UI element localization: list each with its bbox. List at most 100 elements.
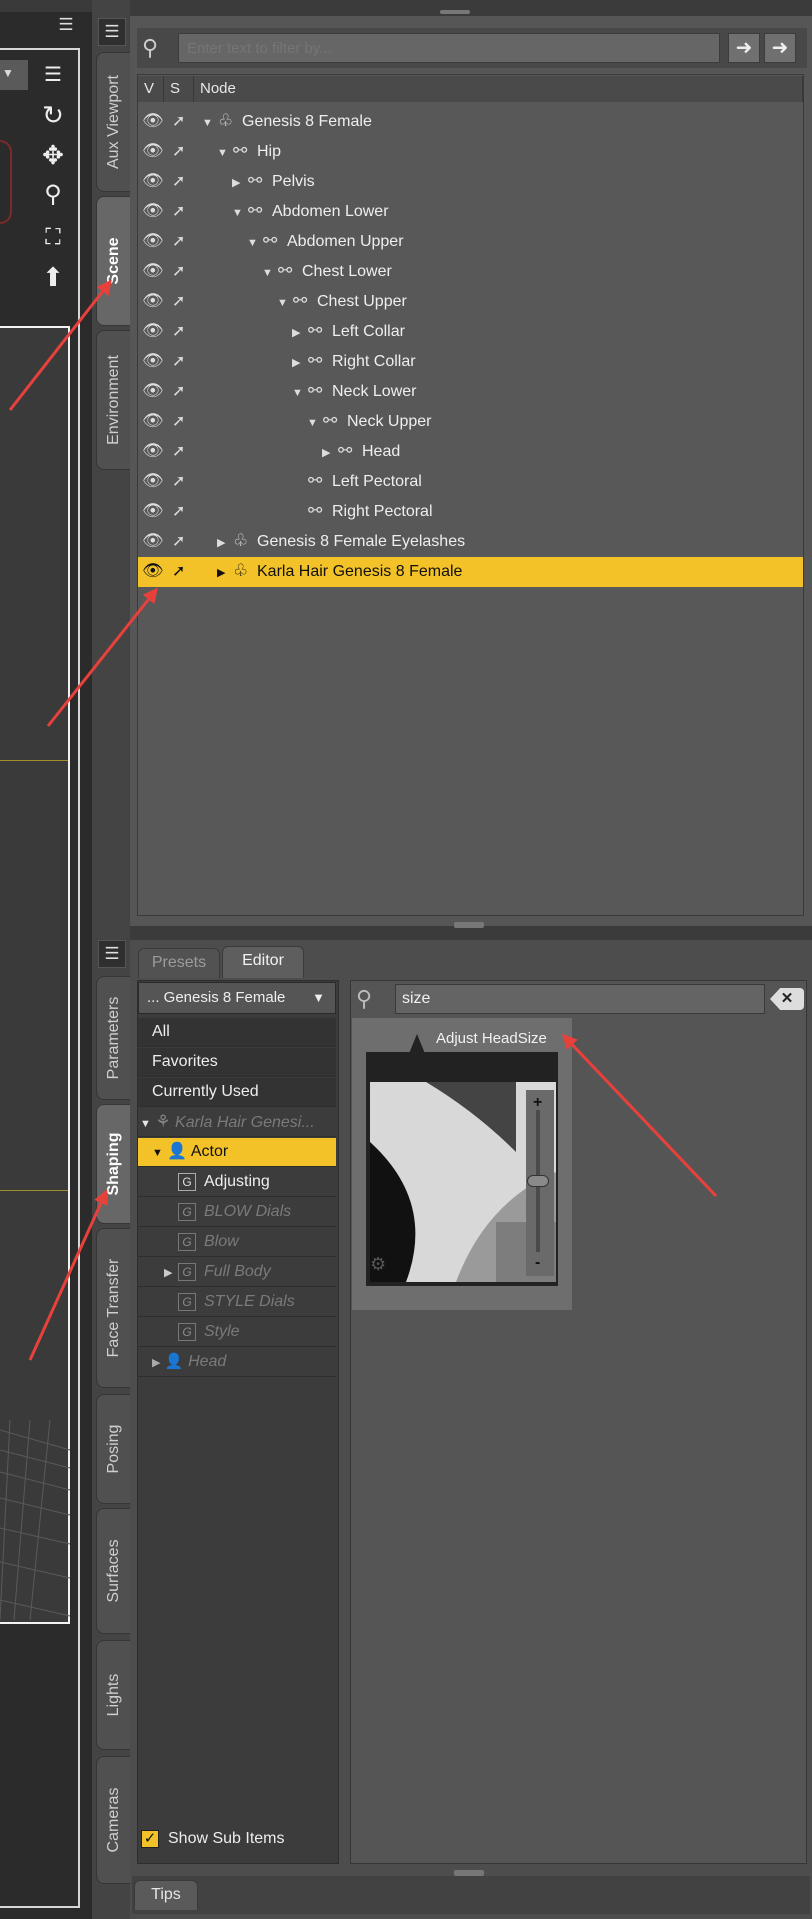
select-pointer-icon[interactable]: ➚ — [172, 171, 198, 191]
scene-node-row[interactable]: 👁 ➚ ▶ ⚯ Head — [138, 437, 803, 467]
parameter-search-input[interactable] — [395, 984, 765, 1014]
eye-icon[interactable]: 👁 — [142, 261, 168, 281]
chevron-right-icon[interactable]: ▶ — [217, 536, 233, 549]
search-icon[interactable]: ⚲ — [142, 34, 172, 62]
scene-node-row[interactable]: 👁 ➚ ▼ ⚯ Hip — [138, 137, 803, 167]
eye-icon[interactable]: 👁 — [142, 501, 168, 521]
viewport-menu-icon[interactable]: ☰ — [52, 12, 82, 38]
tab-environment[interactable]: Environment — [96, 330, 130, 470]
select-pointer-icon[interactable]: ➚ — [172, 411, 198, 431]
scene-filter-input[interactable] — [178, 33, 720, 63]
select-pointer-icon[interactable]: ➚ — [172, 441, 198, 461]
select-pointer-icon[interactable]: ➚ — [172, 381, 198, 401]
scene-node-row[interactable]: 👁 ➚ ⚯ Left Pectoral — [138, 467, 803, 497]
select-pointer-icon[interactable]: ➚ — [172, 471, 198, 491]
scene-node-row[interactable]: 👁 ➚ ▶ ♧ Genesis 8 Female Eyelashes — [138, 527, 803, 557]
next-arrow-icon[interactable]: ➜ — [764, 33, 796, 63]
frame-icon[interactable]: ⛶ — [36, 220, 70, 254]
eye-icon[interactable]: 👁 — [142, 561, 168, 581]
scene-node-row[interactable]: 👁 ➚ ▶ ⚯ Left Collar — [138, 317, 803, 347]
orbit-icon[interactable]: ↻ — [36, 98, 70, 132]
select-pointer-icon[interactable]: ➚ — [172, 291, 198, 311]
chevron-right-icon[interactable]: ▶ — [164, 1259, 178, 1286]
tree-group-item[interactable]: G Style — [138, 1318, 336, 1347]
select-pointer-icon[interactable]: ➚ — [172, 351, 198, 371]
eye-icon[interactable]: 👁 — [142, 291, 168, 311]
chevron-down-icon[interactable]: ▼ — [232, 207, 248, 219]
decrease-icon[interactable]: - — [535, 1254, 540, 1272]
chevron-down-icon[interactable]: ▼ — [247, 237, 263, 249]
search-icon[interactable]: ⚲ — [356, 984, 390, 1014]
select-pointer-icon[interactable]: ➚ — [172, 531, 198, 551]
splitter-handle[interactable] — [454, 922, 484, 928]
tab-tips[interactable]: Tips — [134, 1880, 198, 1910]
scene-node-row[interactable]: 👁 ➚ ▶ ⚯ Pelvis — [138, 167, 803, 197]
scene-node-row[interactable]: 👁 ➚ ▼ ⚯ Abdomen Lower — [138, 197, 803, 227]
chevron-down-icon[interactable]: ▼ — [202, 117, 218, 129]
figure-select[interactable]: ... Genesis 8 Female ▼ — [138, 982, 336, 1014]
tree-actor-item[interactable]: ▼ 👤 Actor — [138, 1138, 336, 1167]
eye-icon[interactable]: 👁 — [142, 441, 168, 461]
chevron-right-icon[interactable]: ▶ — [217, 566, 233, 579]
scene-node-row[interactable]: 👁 ➚ ⚯ Right Pectoral — [138, 497, 803, 527]
select-pointer-icon[interactable]: ➚ — [172, 501, 198, 521]
tab-editor[interactable]: Editor — [222, 946, 304, 978]
scene-node-row[interactable]: 👁 ➚ ▼ ⚯ Neck Lower — [138, 377, 803, 407]
eye-icon[interactable]: 👁 — [142, 381, 168, 401]
eye-icon[interactable]: 👁 — [142, 471, 168, 491]
eye-icon[interactable]: 👁 — [142, 411, 168, 431]
viewport-options-icon[interactable]: ☰ — [36, 58, 70, 92]
tree-group-item[interactable]: G Adjusting — [138, 1168, 336, 1197]
tree-head-item[interactable]: ▶ 👤 Head — [138, 1348, 336, 1377]
tab-face-transfer[interactable]: Face Transfer — [96, 1228, 130, 1388]
eye-icon[interactable]: 👁 — [142, 351, 168, 371]
tree-group-item[interactable]: G BLOW Dials — [138, 1198, 336, 1227]
column-header-visible[interactable]: V — [138, 76, 164, 102]
tab-aux-viewport[interactable]: Aux Viewport — [96, 52, 130, 192]
eye-icon[interactable]: 👁 — [142, 201, 168, 221]
scene-node-row[interactable]: 👁 ➚ ▼ ⚯ Neck Upper — [138, 407, 803, 437]
column-header-selectable[interactable]: S — [164, 76, 194, 102]
scene-node-row[interactable]: 👁 ➚ ▼ ⚯ Chest Lower — [138, 257, 803, 287]
select-pointer-icon[interactable]: ➚ — [172, 201, 198, 221]
chevron-down-icon[interactable]: ▼ — [217, 147, 233, 159]
eye-icon[interactable]: 👁 — [142, 171, 168, 191]
eye-icon[interactable]: 👁 — [142, 321, 168, 341]
scene-node-row[interactable]: 👁 ➚ ▶ ⚯ Right Collar — [138, 347, 803, 377]
chevron-right-icon[interactable]: ▶ — [292, 356, 308, 369]
chevron-down-icon[interactable]: ▼ — [277, 297, 293, 309]
tab-scene[interactable]: Scene — [96, 196, 130, 326]
select-pointer-icon[interactable]: ➚ — [172, 231, 198, 251]
camera-dropdown[interactable]: ▼ — [0, 60, 28, 90]
top-splitter-handle[interactable] — [440, 10, 470, 14]
chevron-down-icon[interactable]: ▼ — [292, 387, 308, 399]
tree-root-item[interactable]: ▼ ⚘ Karla Hair Genesi... — [138, 1108, 336, 1137]
scene-node-row[interactable]: 👁 ➚ ▼ ⚯ Abdomen Upper — [138, 227, 803, 257]
select-pointer-icon[interactable]: ➚ — [172, 261, 198, 281]
chevron-right-icon[interactable]: ▶ — [322, 446, 338, 459]
select-pointer-icon[interactable]: ➚ — [172, 561, 198, 581]
parameter-slider-thumb[interactable] — [527, 1175, 549, 1187]
filter-currently-used[interactable]: Currently Used — [138, 1078, 336, 1107]
select-pointer-icon[interactable]: ➚ — [172, 321, 198, 341]
home-icon[interactable]: ⬆ — [36, 260, 70, 294]
scene-node-row[interactable]: 👁 ➚ ▶ ♧ Karla Hair Genesis 8 Female — [138, 557, 803, 587]
eye-icon[interactable]: 👁 — [142, 111, 168, 131]
tab-posing[interactable]: Posing — [96, 1394, 130, 1504]
tab-cameras[interactable]: Cameras — [96, 1756, 130, 1884]
chevron-right-icon[interactable]: ▶ — [292, 326, 308, 339]
filter-all[interactable]: All — [138, 1018, 336, 1047]
eye-icon[interactable]: 👁 — [142, 531, 168, 551]
tree-group-item[interactable]: ▶ G Full Body — [138, 1258, 336, 1287]
filter-favorites[interactable]: Favorites — [138, 1048, 336, 1077]
select-pointer-icon[interactable]: ➚ — [172, 111, 198, 131]
tab-shaping[interactable]: Shaping — [96, 1104, 130, 1224]
show-sub-items-checkbox[interactable]: ✓ — [141, 1830, 159, 1848]
chevron-right-icon[interactable]: ▶ — [232, 176, 248, 189]
tree-group-item[interactable]: G STYLE Dials — [138, 1288, 336, 1317]
scene-node-row[interactable]: 👁 ➚ ▼ ♧ Genesis 8 Female — [138, 107, 803, 137]
eye-icon[interactable]: 👁 — [142, 141, 168, 161]
scene-pane-menu-icon[interactable]: ☰ — [98, 18, 126, 46]
tree-group-item[interactable]: G Blow — [138, 1228, 336, 1257]
eye-icon[interactable]: 👁 — [142, 231, 168, 251]
